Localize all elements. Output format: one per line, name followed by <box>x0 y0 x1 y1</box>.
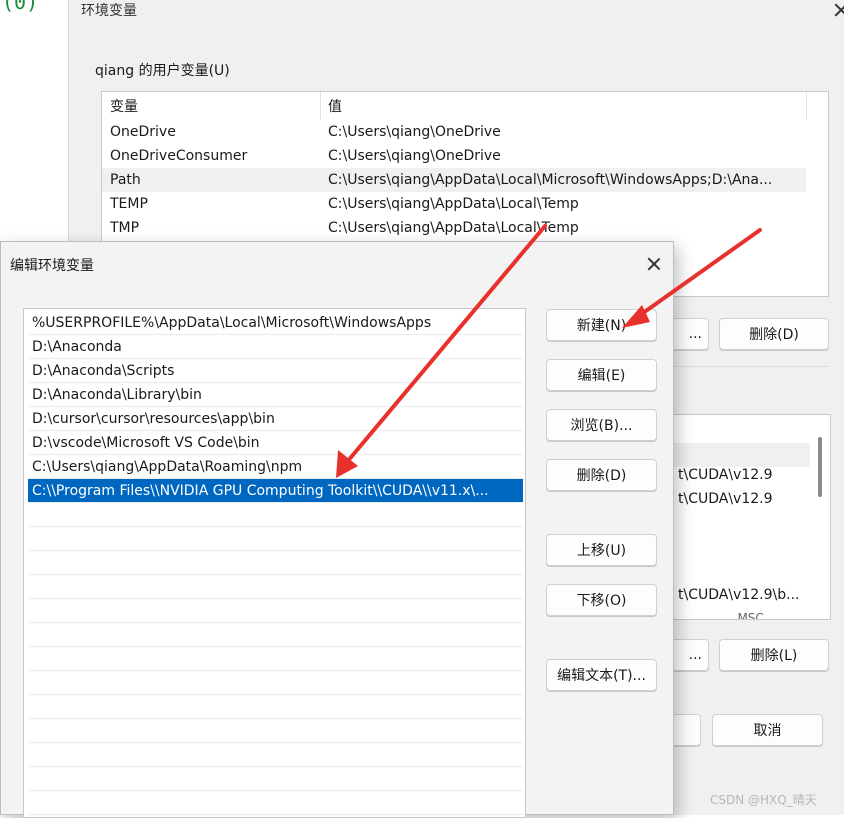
watermark: CSDN @HXQ_晴天 <box>710 793 817 807</box>
arrow-to-cuda-entry <box>336 224 547 478</box>
annotation-arrows <box>336 224 762 478</box>
arrow-to-new-button <box>622 228 762 328</box>
